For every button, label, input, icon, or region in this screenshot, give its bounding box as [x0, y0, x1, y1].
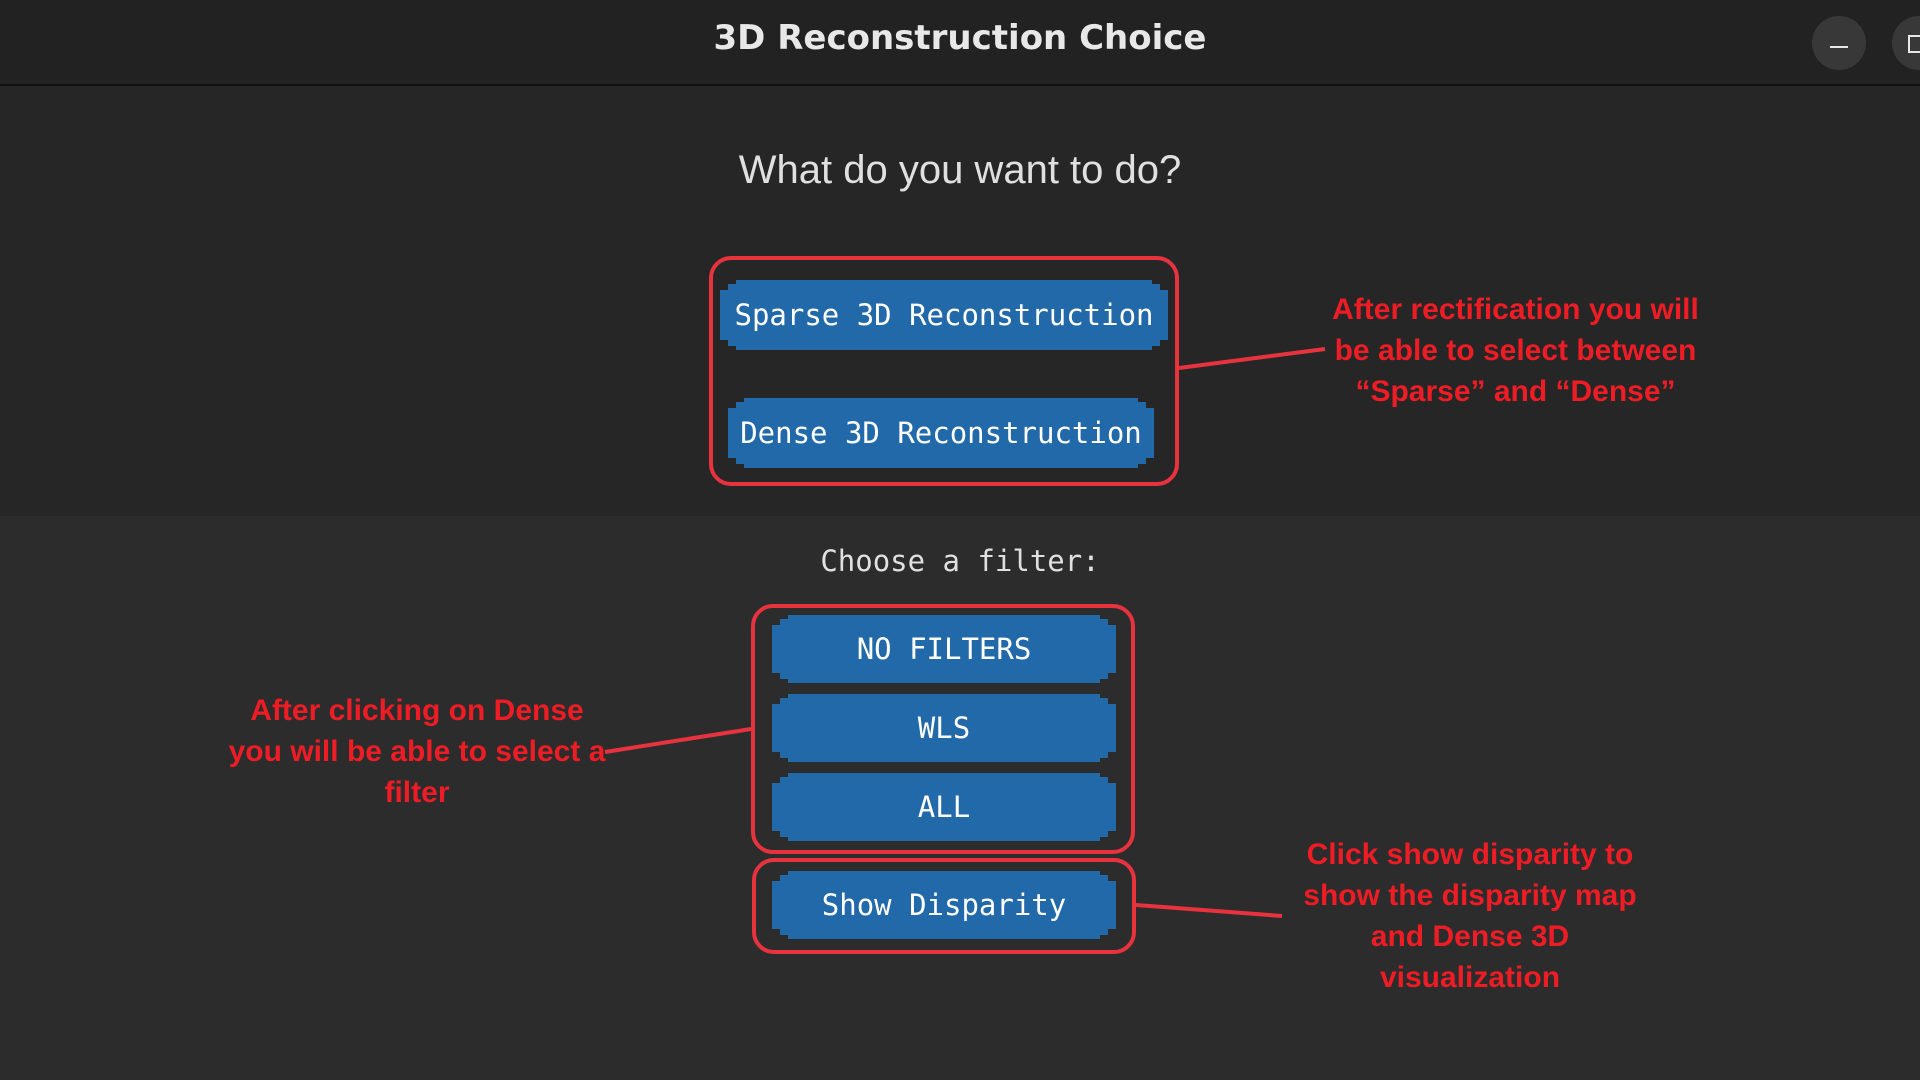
reconstruction-annotation: After rectification you will be able to …	[1332, 293, 1699, 408]
filter-annotation: After clicking on Dense you will be able…	[228, 694, 606, 809]
filter-connector-line	[604, 727, 752, 754]
disparity-connector-line	[1135, 903, 1283, 918]
reconstruction-connector-line	[1178, 347, 1326, 370]
app-window: 3D Reconstruction Choice What do you wan…	[0, 0, 1920, 1080]
disparity-annotation: Click show disparity to show the dispari…	[1303, 838, 1637, 994]
